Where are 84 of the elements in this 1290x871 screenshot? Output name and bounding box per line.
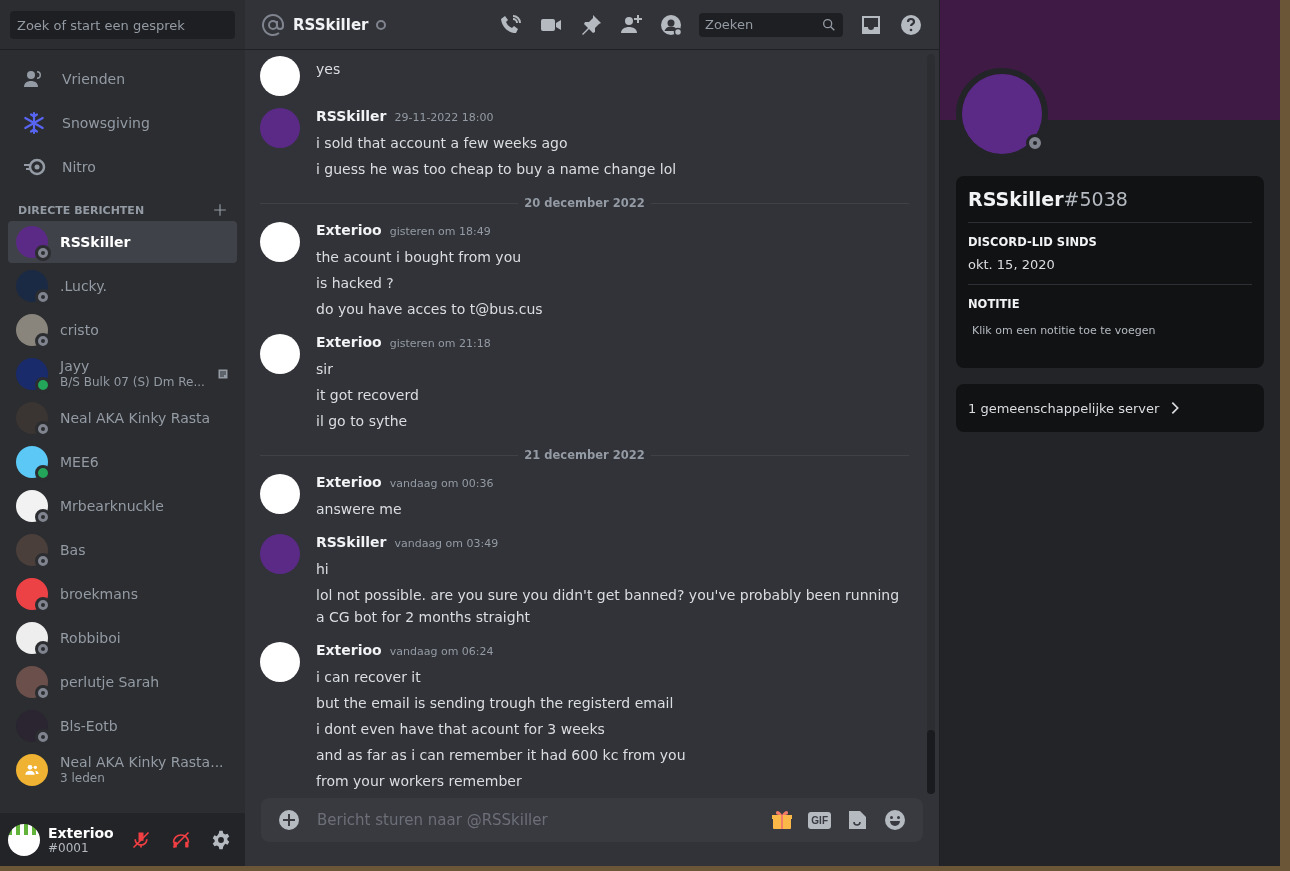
dm-item[interactable]: perlutje Sarah bbox=[8, 661, 237, 703]
search-icon bbox=[821, 16, 837, 33]
scrollbar[interactable] bbox=[927, 54, 935, 794]
section-heading: DISCORD-LID SINDS bbox=[968, 235, 1098, 249]
section-heading: DIRECTE BERICHTEN bbox=[18, 203, 145, 217]
nav-item[interactable]: Snowsgiving bbox=[8, 101, 237, 145]
note-field[interactable]: Klik om een notitie toe te voegen bbox=[968, 324, 1260, 337]
message-timestamp: 29-11-2022 18:00 bbox=[394, 111, 494, 124]
search-field[interactable]: Zoeken bbox=[699, 12, 843, 37]
dm-item[interactable]: Bas bbox=[8, 529, 237, 571]
dm-item[interactable]: Neal AKA Kinky Rasta... 3 leden bbox=[8, 749, 237, 791]
message-text: i sold that account a few weeks ago bbox=[316, 134, 569, 153]
smiley-icon bbox=[883, 808, 907, 832]
message-author[interactable]: RSSkiller bbox=[316, 108, 387, 124]
dm-item[interactable]: MEE6 bbox=[8, 441, 237, 483]
message-author[interactable]: Exterioo bbox=[316, 642, 382, 658]
nav-item[interactable]: Nitro bbox=[8, 145, 237, 189]
dm-item[interactable]: Jayy B/S Bulk 07 (S) Dm Re... bbox=[8, 353, 237, 395]
dm-item[interactable]: Robbiboi bbox=[8, 617, 237, 659]
message-text: is hacked ? bbox=[316, 274, 395, 293]
channel-title: RSSkiller bbox=[293, 15, 369, 34]
avatar bbox=[8, 823, 40, 856]
message-text: lol not possible. are you sure you didn't get banned? you've probably been running a CG bot for 2 months straight bbox=[316, 586, 901, 627]
activity-status: B/S Bulk 07 (S) Dm Re... bbox=[60, 374, 205, 390]
member-count: 3 leden bbox=[60, 770, 106, 786]
message-timestamp: gisteren om 21:18 bbox=[389, 337, 491, 350]
user-profile-icon bbox=[659, 12, 683, 37]
emoji-button[interactable] bbox=[883, 808, 907, 832]
section-heading: NOTITIE bbox=[968, 297, 1021, 311]
message-author[interactable]: Exterioo bbox=[316, 474, 382, 490]
date-divider: 20 december 2022 bbox=[524, 196, 645, 210]
message-author[interactable]: Exterioo bbox=[316, 222, 382, 238]
message-text: the acount i bought from you bbox=[316, 248, 523, 267]
plus-circle-icon bbox=[277, 808, 301, 832]
dm-item[interactable]: Bls-Eotb bbox=[8, 705, 237, 747]
gif-button[interactable]: GIF bbox=[808, 811, 831, 829]
plus-icon bbox=[213, 203, 227, 217]
dm-item[interactable]: broekmans bbox=[8, 573, 237, 615]
attach-button[interactable] bbox=[277, 808, 301, 832]
message-text: but the email is sending trough the registerd email bbox=[316, 694, 675, 713]
user-tag: #0001 bbox=[48, 840, 117, 855]
help-button[interactable] bbox=[899, 12, 923, 37]
dm-item[interactable]: Neal AKA Kinky Rasta bbox=[8, 397, 237, 439]
message-text: it got recoverd bbox=[316, 386, 420, 405]
dm-item[interactable]: RSSkiller bbox=[8, 221, 237, 263]
message-text: yes bbox=[316, 60, 341, 79]
message-timestamp: vandaag om 06:24 bbox=[389, 645, 494, 658]
message-text: i can recover it bbox=[316, 668, 422, 687]
microphone-icon bbox=[131, 829, 151, 850]
dm-item[interactable]: .Lucky. bbox=[8, 265, 237, 307]
mutual-servers-button[interactable]: 1 gemeenschappelijke server bbox=[956, 384, 1264, 432]
dm-item[interactable]: Mrbearknuckle bbox=[8, 485, 237, 527]
gift-icon bbox=[770, 808, 795, 832]
message-composer[interactable]: Bericht sturen naar @RSSkiller GIF bbox=[261, 798, 923, 842]
message-text: i dont even have that acount for 3 weeks bbox=[316, 720, 606, 739]
username: Exterioo bbox=[48, 824, 115, 841]
message-text: from your workers remember bbox=[316, 772, 523, 791]
message-timestamp: vandaag om 03:49 bbox=[394, 537, 499, 550]
search-button[interactable]: Zoek of start een gesprek bbox=[10, 11, 235, 39]
message-text: and as far as i can remember it had 600 kc from you bbox=[316, 746, 686, 765]
profile-toggle-button[interactable] bbox=[659, 12, 683, 37]
message-text: i guess he was too cheap to buy a name change lol bbox=[316, 160, 677, 179]
help-icon bbox=[899, 12, 923, 37]
people-icon bbox=[24, 762, 40, 778]
message-text: hi bbox=[316, 560, 330, 579]
message-text: do you have acces to t@bus.cus bbox=[316, 300, 543, 319]
message-text: answere me bbox=[316, 500, 403, 519]
message-timestamp: vandaag om 00:36 bbox=[389, 477, 494, 490]
message-text: sir bbox=[316, 360, 334, 379]
note-icon bbox=[217, 368, 229, 380]
message-author[interactable]: Exterioo bbox=[316, 334, 382, 350]
at-icon bbox=[261, 12, 285, 37]
headphones-icon bbox=[171, 829, 191, 850]
message-timestamp: gisteren om 18:49 bbox=[389, 225, 491, 238]
gift-button[interactable] bbox=[770, 808, 795, 832]
profile-name: RSSkiller#5038 bbox=[968, 188, 1252, 223]
settings-icon bbox=[211, 829, 231, 850]
message-author[interactable]: RSSkiller bbox=[316, 534, 387, 550]
message-text: il go to sythe bbox=[316, 412, 409, 431]
nav-item[interactable]: Vrienden bbox=[8, 57, 237, 101]
dm-item[interactable]: cristo bbox=[8, 309, 237, 351]
date-divider: 21 december 2022 bbox=[524, 448, 645, 462]
snowflake-icon bbox=[22, 111, 46, 135]
member-since-date: okt. 15, 2020 bbox=[968, 257, 1056, 272]
